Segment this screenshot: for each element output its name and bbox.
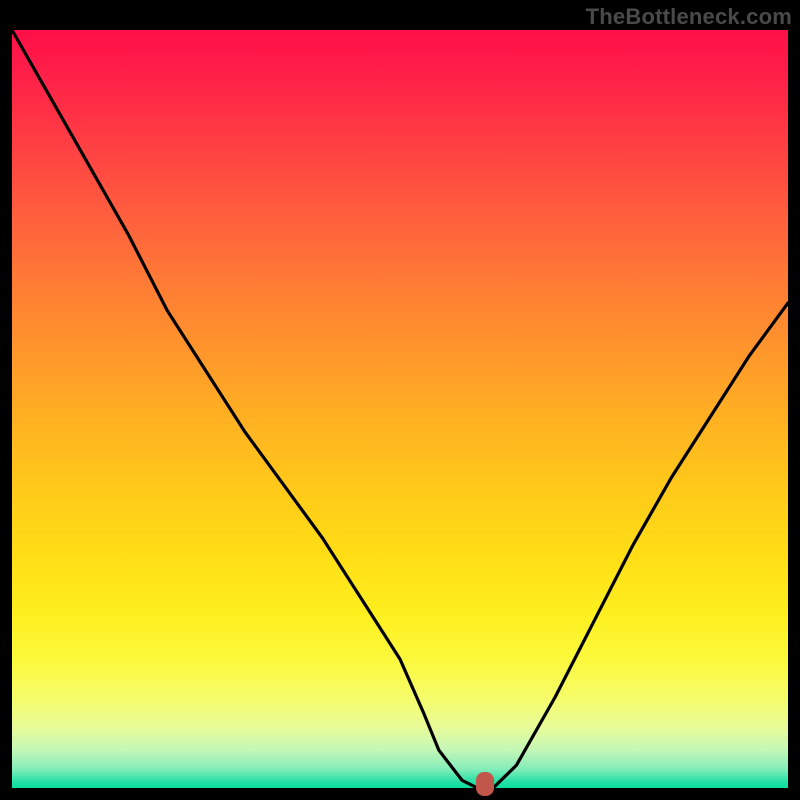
plot-area bbox=[12, 30, 788, 788]
bottleneck-curve bbox=[12, 30, 788, 788]
optimal-marker bbox=[476, 772, 494, 796]
watermark-text: TheBottleneck.com bbox=[586, 4, 792, 30]
chart-frame: TheBottleneck.com bbox=[0, 0, 800, 800]
curve-path bbox=[12, 30, 788, 788]
